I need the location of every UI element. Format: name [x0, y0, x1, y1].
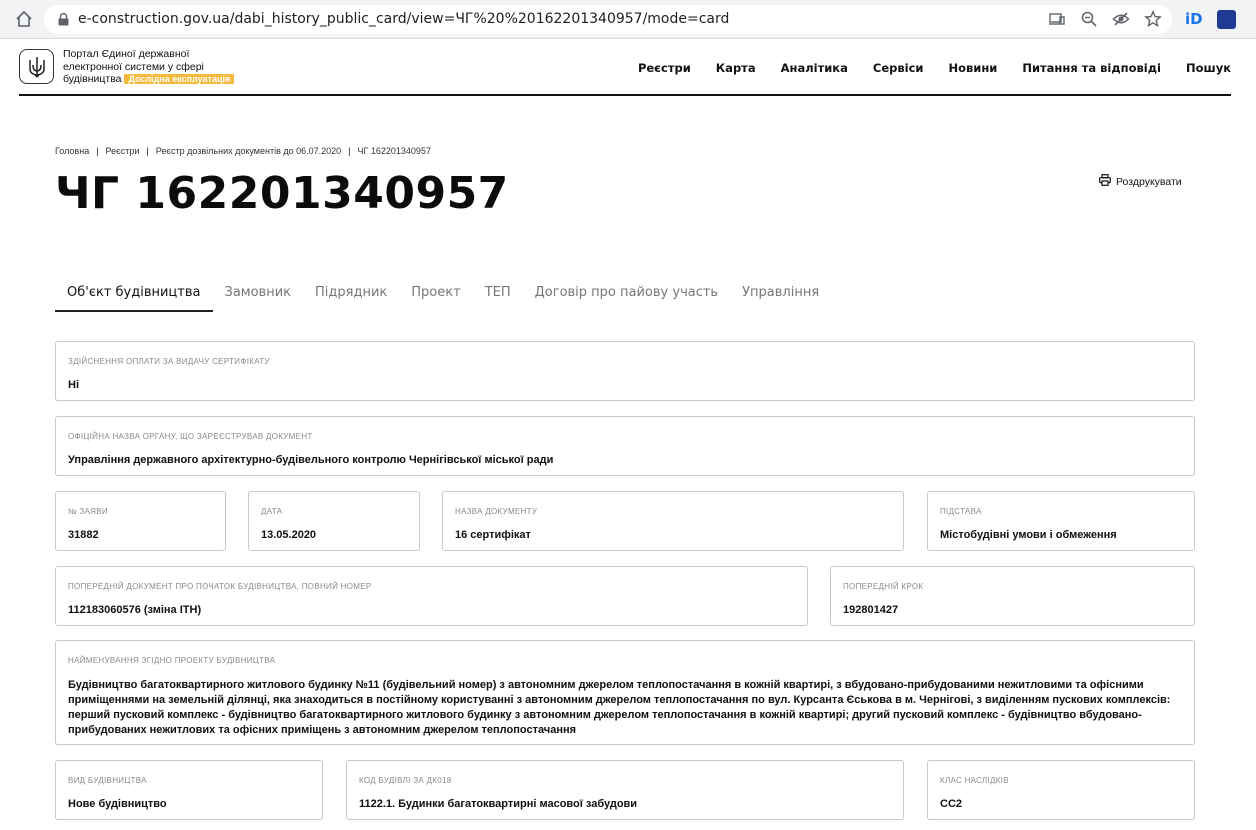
- field-value: 192801427: [843, 604, 899, 616]
- tab-share-agreement[interactable]: Договір про пайову участь: [523, 285, 730, 312]
- tab-management[interactable]: Управління: [730, 285, 831, 312]
- extension-id-icon[interactable]: iD: [1185, 10, 1205, 30]
- breadcrumb-registry[interactable]: Реєстр дозвільних документів до 06.07.20…: [156, 146, 341, 156]
- breadcrumb-home[interactable]: Головна: [55, 146, 89, 156]
- home-icon[interactable]: [14, 9, 34, 29]
- field-value: Містобудівні умови і обмеження: [940, 529, 1117, 541]
- nav-registries[interactable]: Реєстри: [638, 61, 691, 75]
- field-label: Найменування згідно проекту будівництва: [68, 656, 276, 665]
- nav-news[interactable]: Новини: [948, 61, 997, 75]
- field-building-code: Код будівлі за ДК018 1122.1. Будинки баг…: [346, 760, 904, 820]
- field-basis: Підстава Містобудівні умови і обмеження: [927, 491, 1195, 551]
- field-value: СС2: [940, 798, 963, 810]
- address-bar[interactable]: e-construction.gov.ua/dabi_history_publi…: [44, 5, 1172, 34]
- field-date: Дата 13.05.2020: [248, 491, 420, 551]
- tab-customer[interactable]: Замовник: [213, 285, 304, 312]
- field-label: Попередній документ про початок будівниц…: [68, 582, 372, 591]
- field-label: Здійснення оплати за видачу сертифікату: [68, 357, 270, 366]
- tab-bar: Об'єкт будівництва Замовник Підрядник Пр…: [55, 285, 831, 312]
- breadcrumb-separator: |: [348, 146, 351, 156]
- nav-services[interactable]: Сервіси: [873, 61, 924, 75]
- logo-line: будівництва: [63, 73, 122, 85]
- tab-object[interactable]: Об'єкт будівництва: [55, 285, 213, 312]
- field-label: Код будівлі за ДК018: [359, 776, 452, 785]
- nav-analytics[interactable]: Аналітика: [781, 61, 848, 75]
- field-document-name: Назва документу 16 сертифікат: [442, 491, 904, 551]
- field-value: 31882: [68, 529, 99, 541]
- extension-icon[interactable]: [1217, 10, 1236, 29]
- field-label: Офіційна назва органу, що зареєстрував д…: [68, 432, 313, 441]
- field-value: Нове будівництво: [68, 798, 167, 810]
- lock-icon: [58, 12, 69, 26]
- portal-logo-text[interactable]: Портал Єдиної державної електронної сист…: [63, 48, 243, 86]
- field-label: Вид будівництва: [68, 776, 147, 785]
- site-header: Портал Єдиної державної електронної сист…: [19, 39, 1231, 96]
- nav-faq[interactable]: Питання та відповіді: [1022, 61, 1161, 75]
- url-text[interactable]: e-construction.gov.ua/dabi_history_publi…: [78, 11, 729, 27]
- field-previous-document: Попередній документ про початок будівниц…: [55, 566, 808, 626]
- field-label: Клас наслідків: [940, 776, 1009, 785]
- eye-off-icon[interactable]: [1112, 10, 1130, 28]
- trident-logo-icon[interactable]: [19, 49, 54, 84]
- browser-toolbar: e-construction.gov.ua/dabi_history_publi…: [0, 0, 1256, 39]
- field-value: 16 сертифікат: [455, 529, 531, 541]
- install-app-icon[interactable]: [1048, 10, 1066, 28]
- field-value: 1122.1. Будинки багатоквартирні масової …: [359, 798, 638, 810]
- logo-line: Портал Єдиної державної: [63, 48, 190, 60]
- bookmark-star-icon[interactable]: [1144, 10, 1162, 28]
- field-label: Назва документу: [455, 507, 538, 516]
- nav-map[interactable]: Карта: [716, 61, 756, 75]
- print-label: Роздрукувати: [1116, 175, 1182, 188]
- breadcrumb: Головна | Реєстри | Реєстр дозвільних до…: [55, 146, 431, 156]
- breadcrumb-separator: |: [146, 146, 149, 156]
- field-label: Попередній крок: [843, 582, 924, 591]
- breadcrumb-current: ЧГ 162201340957: [357, 146, 431, 156]
- breadcrumb-separator: |: [96, 146, 99, 156]
- field-project-name: Найменування згідно проекту будівництва …: [55, 640, 1195, 745]
- field-application-no: № заяви 31882: [55, 491, 226, 551]
- field-authority: Офіційна назва органу, що зареєстрував д…: [55, 416, 1195, 476]
- zoom-icon[interactable]: [1080, 10, 1098, 28]
- logo-line: електронної системи у сфері: [63, 60, 204, 73]
- field-construction-type: Вид будівництва Нове будівництво: [55, 760, 323, 820]
- field-label: № заяви: [68, 507, 108, 516]
- field-value: 112183060576 (зміна ІТН): [68, 604, 202, 616]
- nav-search[interactable]: Пошук: [1186, 61, 1231, 75]
- page-title: ЧГ 162201340957: [55, 168, 509, 219]
- field-label: Дата: [261, 507, 283, 516]
- printer-icon: [1099, 174, 1111, 189]
- field-label: Підстава: [940, 507, 982, 516]
- beta-badge: Дослідна експлуатація: [124, 74, 235, 84]
- field-previous-step: Попередній крок 192801427: [830, 566, 1195, 626]
- field-value: Будівництво багатоквартирного житлового …: [68, 679, 1171, 736]
- main-nav: Реєстри Карта Аналітика Сервіси Новини П…: [613, 61, 1231, 75]
- tab-contractor[interactable]: Підрядник: [303, 285, 399, 312]
- field-consequence-class: Клас наслідків СС2: [927, 760, 1195, 820]
- field-value: 13.05.2020: [261, 529, 317, 541]
- field-value: Управління державного архітектурно-будів…: [68, 454, 554, 466]
- field-payment: Здійснення оплати за видачу сертифікату …: [55, 341, 1195, 401]
- tab-tep[interactable]: ТЕП: [473, 285, 523, 312]
- print-button[interactable]: Роздрукувати: [1099, 174, 1182, 189]
- tab-project[interactable]: Проект: [399, 285, 472, 312]
- breadcrumb-registries[interactable]: Реєстри: [106, 146, 140, 156]
- field-value: Ні: [68, 379, 79, 391]
